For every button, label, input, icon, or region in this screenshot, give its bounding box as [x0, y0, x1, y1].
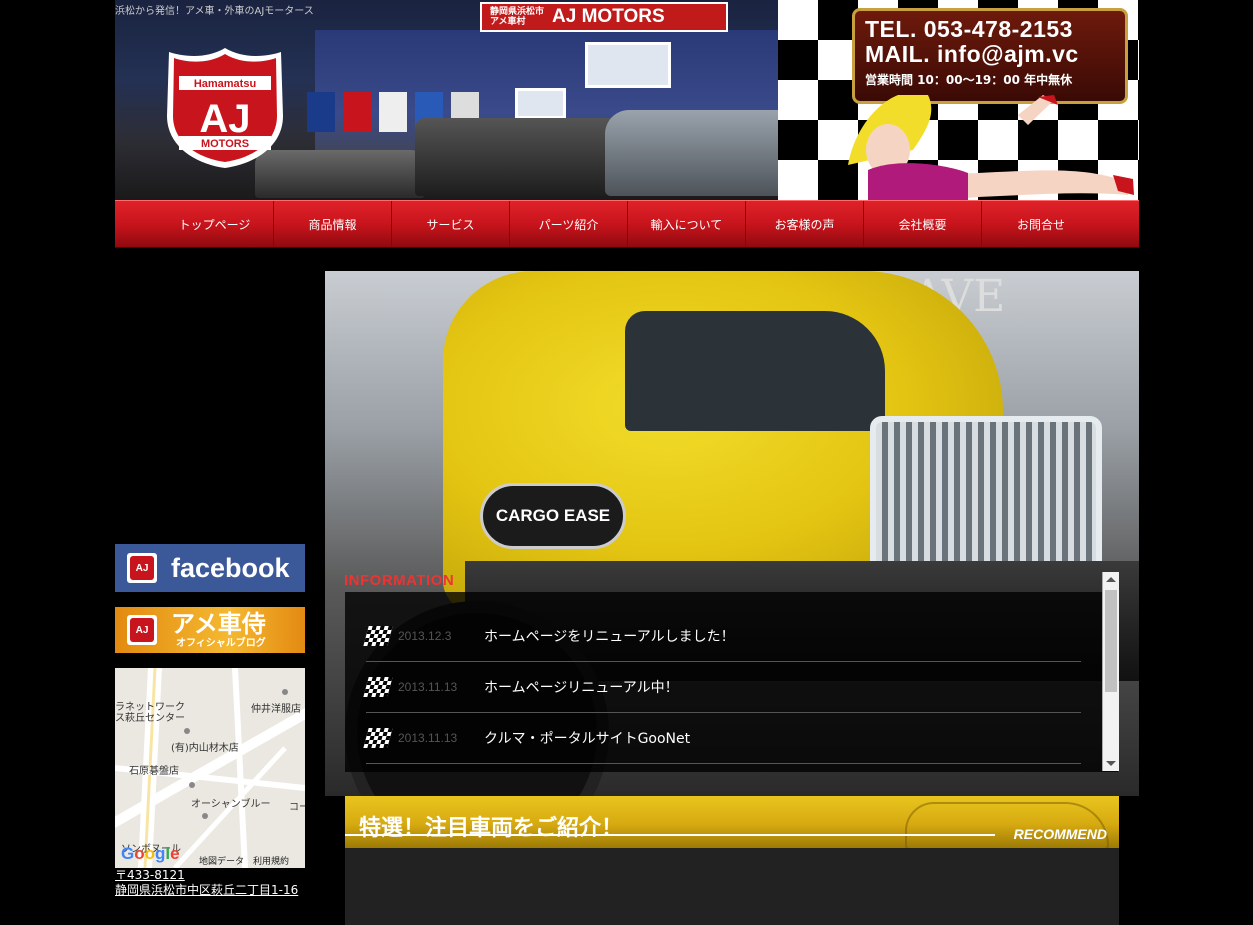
news-title[interactable]: ホームページをリニューアルしました！ [484, 626, 735, 646]
blog-title: アメ車侍 [171, 609, 266, 638]
map-pin [282, 689, 288, 695]
map-footer[interactable]: 地図データ 利用規約 [199, 854, 289, 867]
news-item[interactable]: 2013.11.13 クルマ・ポータルサイトGooNet [363, 713, 1081, 764]
address-link[interactable]: 〒433-8121 静岡県浜松市中区萩丘二丁目1-16 [115, 868, 298, 898]
news-item[interactable]: 2013.11.13 ホームページリニューアル中！ [363, 662, 1081, 713]
building-sign: 静岡県浜松市 アメ車村 AJ MOTORS [480, 2, 728, 32]
scroll-up-icon[interactable] [1106, 577, 1116, 582]
logo-main-text: AJ [199, 97, 250, 141]
main-nav: トップページ 商品情報 サービス パーツ紹介 輸入について お客様の声 会社概要… [115, 200, 1139, 248]
email-address[interactable]: MAIL. info@ajm.vc [865, 42, 1115, 67]
news-title[interactable]: ホームページリニューアル中！ [484, 677, 679, 697]
cargo-ease-decal: CARGO EASE [480, 483, 626, 549]
nav-item-top[interactable]: トップページ [156, 201, 274, 247]
news-title[interactable]: クルマ・ポータルサイトGooNet [484, 728, 690, 748]
banner-flag [307, 92, 335, 132]
google-logo: Google [121, 844, 180, 863]
nav-item-parts[interactable]: パーツ紹介 [510, 201, 628, 247]
nav-item-contact[interactable]: お問合せ [982, 201, 1100, 247]
blog-subtitle: オフィシャルブログ [176, 637, 266, 649]
building-window [515, 88, 566, 119]
nav-item-products[interactable]: 商品情報 [274, 201, 392, 247]
page: 静岡県浜松市 アメ車村 AJ MOTORS Hamamatsu AJ MOTOR… [115, 0, 1139, 925]
scroll-thumb[interactable] [1105, 590, 1117, 692]
facebook-banner[interactable]: AJ facebook [115, 544, 305, 592]
checkered-flag-icon [363, 677, 393, 697]
logo-top-text: Hamamatsu [194, 78, 256, 90]
blog-banner[interactable]: AJ アメ車侍 オフィシャルブログ [115, 607, 305, 653]
recommend-title: 特選！注目車両をご紹介！ [359, 816, 624, 841]
facebook-label: facebook [171, 552, 290, 583]
map-pin [202, 813, 208, 819]
nav-item-import[interactable]: 輸入について [628, 201, 746, 247]
nav-item-testimonials[interactable]: お客様の声 [746, 201, 864, 247]
aj-badge-icon: AJ [127, 615, 157, 645]
logo-bottom-text: MOTORS [201, 138, 249, 150]
map-pin [189, 782, 195, 788]
location-map[interactable]: ラネットワーク ス萩丘センター 仲井洋服店 (有)内山材木店 石原碁盤店 オーシ… [115, 668, 305, 868]
news-date: 2013.12.3 [398, 629, 452, 643]
news-item[interactable]: 2013.12.3 ホームページをリニューアルしました！ [363, 611, 1081, 662]
site-tagline: 浜松から発信！アメ車・外車のAJモータース [115, 6, 314, 17]
recommend-content [345, 848, 1119, 925]
recommend-divider [345, 834, 995, 836]
map-pin [184, 728, 190, 734]
building-window [585, 42, 671, 88]
banner-flag [343, 92, 371, 132]
truck-windshield [625, 311, 885, 431]
pinup-girl-illustration [848, 95, 1134, 200]
news-date: 2013.11.13 [398, 680, 458, 694]
truck-grille [870, 416, 1102, 578]
phone-number[interactable]: TEL. 053-478-2153 [865, 17, 1115, 42]
building-sign-name: AJ MOTORS [552, 6, 665, 27]
recommend-label: RECOMMEND [1013, 826, 1107, 842]
recommend-banner: 特選！注目車両をご紹介！ RECOMMEND [345, 796, 1119, 848]
news-date: 2013.11.13 [398, 731, 458, 745]
business-hours: 営業時間 10：00〜19：00 年中無休 [865, 73, 1073, 87]
information-heading: INFORMATION [344, 572, 455, 589]
nav-item-company[interactable]: 会社概要 [864, 201, 982, 247]
scroll-down-icon[interactable] [1106, 761, 1116, 766]
nav-item-service[interactable]: サービス [392, 201, 510, 247]
header-banner: 静岡県浜松市 アメ車村 AJ MOTORS Hamamatsu AJ MOTOR… [115, 0, 1139, 200]
checkered-flag-icon [363, 728, 393, 748]
aj-motors-logo[interactable]: Hamamatsu AJ MOTORS [165, 46, 285, 170]
contact-box: TEL. 053-478-2153 MAIL. info@ajm.vc 営業時間… [852, 8, 1128, 104]
checkered-flag-icon [363, 626, 393, 646]
banner-flag [379, 92, 407, 132]
aj-badge-icon: AJ [127, 553, 157, 583]
information-scrollbar[interactable] [1102, 572, 1119, 771]
